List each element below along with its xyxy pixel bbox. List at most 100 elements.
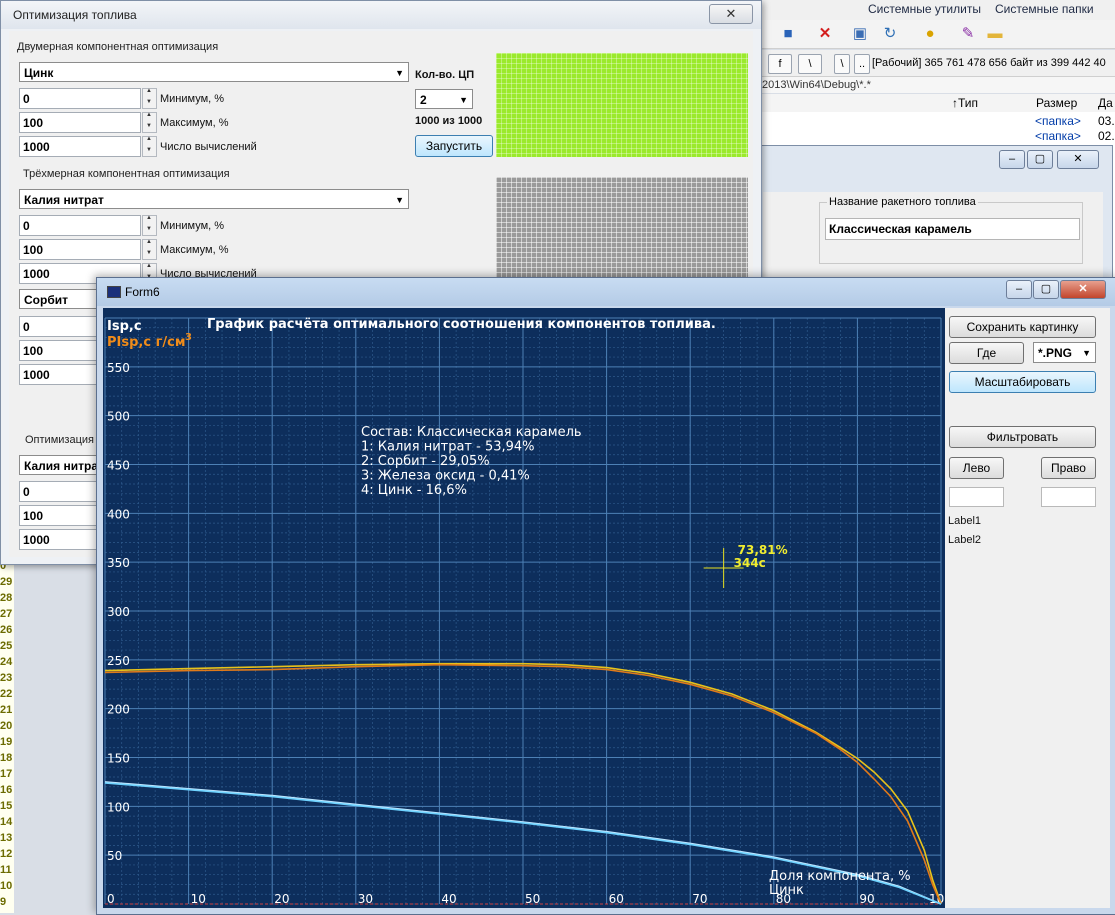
background-line-number: 24 <box>0 656 13 668</box>
x-axis-component: Цинк <box>769 883 804 898</box>
root-button[interactable]: \ <box>834 54 850 74</box>
file-list-header: ↑Тип Размер Да <box>760 94 1115 113</box>
y-tick-label: 300 <box>107 605 130 619</box>
background-path: 2013\Win64\Debug\*.* <box>760 77 1115 93</box>
form6-window: Form6 – ▢ ✕ 50 100 150 200 250 300 350 400 450 50… <box>96 277 1115 915</box>
result-grid-2d <box>496 53 748 157</box>
minimize-button[interactable]: – <box>1006 280 1032 299</box>
menu-system-utilities[interactable]: Системные утилиты <box>868 2 981 16</box>
background-left-numbers: 0 29 28 27 26 25 24 23 22 21 20 19 18 17 16 15 14 13 12 11 1… <box>0 560 14 913</box>
right-button[interactable]: Право <box>1041 457 1096 479</box>
sync-icon[interactable]: ↻ <box>880 24 900 44</box>
properties-icon[interactable]: ▣ <box>850 24 870 44</box>
up-button[interactable]: .. <box>854 54 870 74</box>
component-select-value: Цинк <box>24 66 54 80</box>
max-spinner-3d[interactable] <box>142 239 157 260</box>
tools-icon[interactable]: ✎ <box>958 24 978 44</box>
chart-area[interactable]: 50 100 150 200 250 300 350 400 450 500 550 0 10 20 30 4… <box>103 308 952 908</box>
background-line-number: 9 <box>0 896 7 908</box>
fuel-name-field[interactable]: Классическая карамель <box>825 218 1080 240</box>
right-input[interactable] <box>1041 487 1096 507</box>
background-line-number: 25 <box>0 640 13 652</box>
file-date: 02. <box>1098 129 1115 143</box>
column-type[interactable]: ↑Тип <box>952 96 978 110</box>
background-line-number: 13 <box>0 832 13 844</box>
drive-button-f[interactable]: f <box>768 54 792 74</box>
maximize-button[interactable]: ▢ <box>1033 280 1059 299</box>
y-tick-label: 200 <box>107 703 130 717</box>
max-input-3d[interactable]: 100 <box>19 239 141 260</box>
column-size[interactable]: Размер <box>1036 96 1077 110</box>
count-input-3d-second[interactable]: 1000 <box>19 364 104 385</box>
delete-icon[interactable]: ✕ <box>815 24 835 44</box>
max-input-3d-second[interactable]: 100 <box>19 340 104 361</box>
composition-line: 2: Сорбит - 29,05% <box>361 454 490 469</box>
window-titlebar: Оптимизация топлива ✕ <box>1 1 761 29</box>
where-button[interactable]: Где <box>949 342 1024 364</box>
background-line-number: 27 <box>0 608 13 620</box>
scale-button[interactable]: Масштабировать <box>949 371 1096 393</box>
maximize-button[interactable]: ▢ <box>1027 150 1053 169</box>
component-select-3d[interactable]: Калия нитрат ▼ <box>19 189 409 209</box>
max-spinner-2d[interactable] <box>142 112 157 133</box>
app-icon[interactable]: ■ <box>778 24 798 44</box>
file-size: <папка> <box>1035 114 1081 128</box>
filter-button[interactable]: Фильтровать <box>949 426 1096 448</box>
form6-titlebar: Form6 – ▢ ✕ <box>97 278 1115 306</box>
min-spinner-2d[interactable] <box>142 88 157 109</box>
disc-icon[interactable]: ● <box>920 24 940 44</box>
min-spinner-3d[interactable] <box>142 215 157 236</box>
chart-svg: 501001502002503003504004505005500 10 20 30 4… <box>104 317 952 906</box>
background-line-number: 19 <box>0 736 13 748</box>
max-label: Максимум, % <box>160 244 229 256</box>
min-label: Минимум, % <box>160 220 225 232</box>
cpu-count-select[interactable]: 2 ▼ <box>415 89 473 109</box>
close-button[interactable]: ✕ <box>1060 280 1106 299</box>
max-input-other[interactable]: 100 <box>19 505 104 526</box>
menu-system-folders[interactable]: Системные папки <box>995 2 1094 16</box>
x-tick-label: 10 <box>191 892 206 906</box>
path-text: 2013\Win64\Debug\*.* <box>762 79 871 91</box>
min-input-3d[interactable]: 0 <box>19 215 141 236</box>
min-input-other[interactable]: 0 <box>19 481 104 502</box>
background-line-number: 10 <box>0 880 13 892</box>
run-button[interactable]: Запустить <box>415 135 493 157</box>
count-input-other[interactable]: 1000 <box>19 529 104 550</box>
close-button[interactable]: ✕ <box>709 4 753 24</box>
close-button[interactable]: ✕ <box>1057 150 1099 169</box>
background-drivebar: f \ \ .. [Рабочий] 365 761 478 656 байт … <box>760 50 1115 77</box>
window-title: Оптимизация топлива <box>13 8 137 22</box>
progress-text: 1000 из 1000 <box>415 115 483 127</box>
label1: Label1 <box>948 515 982 527</box>
max-label: Максимум, % <box>160 117 229 129</box>
y-tick-label: 550 <box>107 361 130 375</box>
folder-icon[interactable]: ▬ <box>985 24 1005 44</box>
component-select-value: Калия нитрат <box>24 459 104 473</box>
x-tick-label: 0 <box>107 892 115 906</box>
column-date[interactable]: Да <box>1098 96 1113 110</box>
min-input-2d[interactable]: 0 <box>19 88 141 109</box>
min-input-3d-second[interactable]: 0 <box>19 316 104 337</box>
format-select[interactable]: *.PNG ▼ <box>1033 342 1096 363</box>
count-spinner-2d[interactable] <box>142 136 157 157</box>
x-tick-label: 70 <box>692 892 707 906</box>
minimize-button[interactable]: – <box>999 150 1025 169</box>
app-icon <box>107 286 121 298</box>
x-tick-label: 30 <box>358 892 373 906</box>
fuel-name-label: Название ракетного топлива <box>827 196 978 208</box>
cursor-percent: 73,81% <box>738 543 788 557</box>
count-input-2d[interactable]: 1000 <box>19 136 141 157</box>
background-line-number: 20 <box>0 720 13 732</box>
chevron-down-icon: ▼ <box>395 68 404 78</box>
max-input-2d[interactable]: 100 <box>19 112 141 133</box>
form6-title: Form6 <box>125 285 160 299</box>
left-input[interactable] <box>949 487 1004 507</box>
background-line-number: 22 <box>0 688 13 700</box>
left-button[interactable]: Лево <box>949 457 1004 479</box>
y-tick-label: 450 <box>107 459 130 473</box>
drive-button-1[interactable]: \ <box>798 54 822 74</box>
composition-line: Состав: Классическая карамель <box>361 425 582 440</box>
y-tick-label: 150 <box>107 752 130 766</box>
save-image-button[interactable]: Сохранить картинку <box>949 316 1096 338</box>
component-select-2d[interactable]: Цинк ▼ <box>19 62 409 82</box>
